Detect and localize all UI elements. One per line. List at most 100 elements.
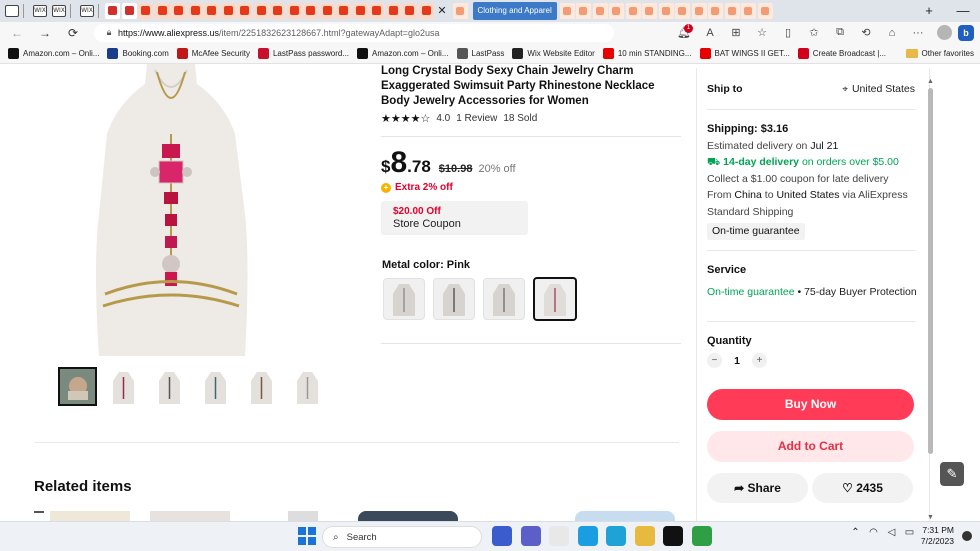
forward-arrow-icon[interactable]: → xyxy=(34,26,56,40)
split-screen-icon[interactable]: ▯ xyxy=(775,26,801,39)
on-time-guarantee-chip[interactable]: On-time guarantee xyxy=(707,223,805,240)
rating-stars-icon[interactable]: ★★★★☆ xyxy=(381,112,430,125)
bookmark-item[interactable]: BAT WINGS II GET... xyxy=(699,47,790,59)
on-time-guarantee-link[interactable]: On-time guarantee xyxy=(707,286,795,298)
thumbnail-image[interactable] xyxy=(244,369,279,404)
chevron-up-icon[interactable]: ⌃ xyxy=(848,527,863,538)
browser-tab[interactable] xyxy=(121,3,137,19)
my-app-icon[interactable] xyxy=(606,526,626,546)
browser-tab[interactable] xyxy=(253,3,269,19)
bing-icon[interactable]: b xyxy=(958,24,974,41)
variant-swatch[interactable] xyxy=(433,278,475,320)
back-arrow-icon[interactable]: ← xyxy=(6,26,28,40)
teams-icon[interactable] xyxy=(520,526,541,546)
browser-tab[interactable] xyxy=(352,3,368,19)
increase-quantity-button[interactable]: + xyxy=(752,353,767,368)
browser-tab[interactable] xyxy=(741,3,757,19)
related-item-image[interactable] xyxy=(358,511,458,521)
share-button[interactable]: ➦ Share xyxy=(707,473,808,503)
browser-tab[interactable] xyxy=(270,3,285,19)
extensions-icon[interactable]: ⌂ xyxy=(879,27,905,39)
profile-avatar[interactable] xyxy=(937,25,952,40)
quantity-value[interactable]: 1 xyxy=(722,355,752,367)
ship-to-country[interactable]: ⌖ United States xyxy=(842,83,915,95)
notification-bell-icon[interactable]: 🔔︎ 1 xyxy=(671,24,697,39)
thumbnail-image[interactable] xyxy=(198,369,233,404)
favorites-icon[interactable]: ✩ xyxy=(801,26,827,39)
edit-pencil-icon[interactable]: ✎ xyxy=(940,462,964,486)
browser-tab[interactable] xyxy=(402,3,417,19)
folder-icon[interactable] xyxy=(634,526,655,546)
refresh-icon[interactable]: ⟳ xyxy=(62,26,84,40)
volume-icon[interactable]: ◁ xyxy=(884,527,899,538)
browser-tab[interactable] xyxy=(576,3,592,19)
browser-tab[interactable] xyxy=(385,3,401,19)
browser-tab[interactable] xyxy=(138,3,153,19)
bookmark-item[interactable]: LastPass xyxy=(456,47,504,59)
add-to-cart-button[interactable]: Add to Cart xyxy=(707,431,914,462)
related-item-image[interactable] xyxy=(575,511,675,521)
store-icon[interactable] xyxy=(549,526,569,546)
edge-shopping-icon[interactable] xyxy=(492,526,512,546)
thumbnail-image[interactable] xyxy=(152,369,187,404)
wix-tab-icon[interactable]: WIX xyxy=(52,5,66,17)
browser-tab[interactable] xyxy=(237,3,252,19)
wifi-icon[interactable]: ◠ xyxy=(866,527,881,538)
taskbar-clock[interactable]: 7:31 PM 7/2/2023 xyxy=(914,525,954,547)
apps-icon[interactable]: ⊞ xyxy=(723,26,749,39)
history-icon[interactable]: ⟲ xyxy=(853,26,879,39)
page-scrollbar[interactable]: ▲ ▼ xyxy=(927,78,935,521)
wix-tab-icon[interactable]: WIX xyxy=(80,5,94,17)
minimize-button[interactable]: — xyxy=(946,0,980,22)
browser-tab[interactable] xyxy=(204,3,219,19)
notification-center-icon[interactable] xyxy=(962,531,972,541)
browser-tab[interactable] xyxy=(658,3,674,19)
edge-icon[interactable] xyxy=(577,526,598,546)
variant-swatch[interactable] xyxy=(483,278,525,320)
browser-tab[interactable] xyxy=(453,3,468,19)
scroll-down-icon[interactable]: ▼ xyxy=(927,514,934,521)
browser-tab[interactable] xyxy=(319,3,335,19)
browser-tab[interactable] xyxy=(336,3,351,19)
browser-tab[interactable] xyxy=(609,3,625,19)
browser-tab[interactable] xyxy=(105,3,120,19)
url-input[interactable]: 🔒︎ https://www.aliexpress.us /item/22518… xyxy=(94,23,614,42)
scroll-up-icon[interactable]: ▲ xyxy=(927,78,934,85)
browser-tab[interactable] xyxy=(154,3,170,19)
browser-tab[interactable] xyxy=(625,3,641,19)
variant-swatch-selected[interactable] xyxy=(533,277,577,321)
bookmark-item[interactable]: McAfee Security xyxy=(176,47,250,59)
bookmark-item[interactable]: Create Broadcast |... xyxy=(797,47,886,59)
windows-start-icon[interactable] xyxy=(298,527,316,545)
bookmark-item[interactable]: Amazon.com – Onli... xyxy=(357,47,449,59)
related-item-image[interactable] xyxy=(288,511,318,521)
collections-icon[interactable]: ⧉ xyxy=(827,26,853,39)
browser-tab[interactable] xyxy=(708,3,724,19)
wishlist-button[interactable]: ♡ 2435 xyxy=(812,473,913,503)
store-coupon[interactable]: $20.00 Off Store Coupon xyxy=(381,201,528,235)
bookmark-item[interactable]: 10 min STANDING... xyxy=(602,47,692,59)
browser-tab[interactable] xyxy=(286,3,302,19)
browser-tab[interactable] xyxy=(675,3,691,19)
taskbar-search[interactable]: ⌕ Search xyxy=(322,526,482,548)
bookmark-item[interactable]: LastPass password... xyxy=(257,47,349,59)
browser-tab[interactable] xyxy=(559,3,575,19)
lock-icon[interactable]: 🔒︎ xyxy=(100,27,118,38)
chrome-icon[interactable] xyxy=(691,526,712,546)
browser-tab[interactable] xyxy=(592,3,608,19)
browser-tab[interactable] xyxy=(724,3,740,19)
browser-tab[interactable] xyxy=(757,3,773,19)
browser-tab[interactable] xyxy=(369,3,384,19)
tiktok-icon[interactable] xyxy=(663,526,683,546)
browser-tab[interactable] xyxy=(220,3,236,19)
more-menu-icon[interactable]: ··· xyxy=(905,27,931,39)
bookmark-item[interactable]: Wix Website Editor xyxy=(512,47,595,59)
variant-swatch[interactable] xyxy=(383,278,425,320)
active-tab[interactable]: Clothing and Apparel xyxy=(472,2,557,20)
wix-tab-icon[interactable]: WIX xyxy=(33,5,47,17)
ship-to-row[interactable]: Ship to ⌖ United States xyxy=(707,83,915,95)
read-aloud-icon[interactable]: A xyxy=(697,27,723,39)
bookmark-item[interactable]: Booking.com xyxy=(107,47,169,59)
related-item-image[interactable] xyxy=(50,511,130,521)
browser-tab[interactable] xyxy=(171,3,186,19)
